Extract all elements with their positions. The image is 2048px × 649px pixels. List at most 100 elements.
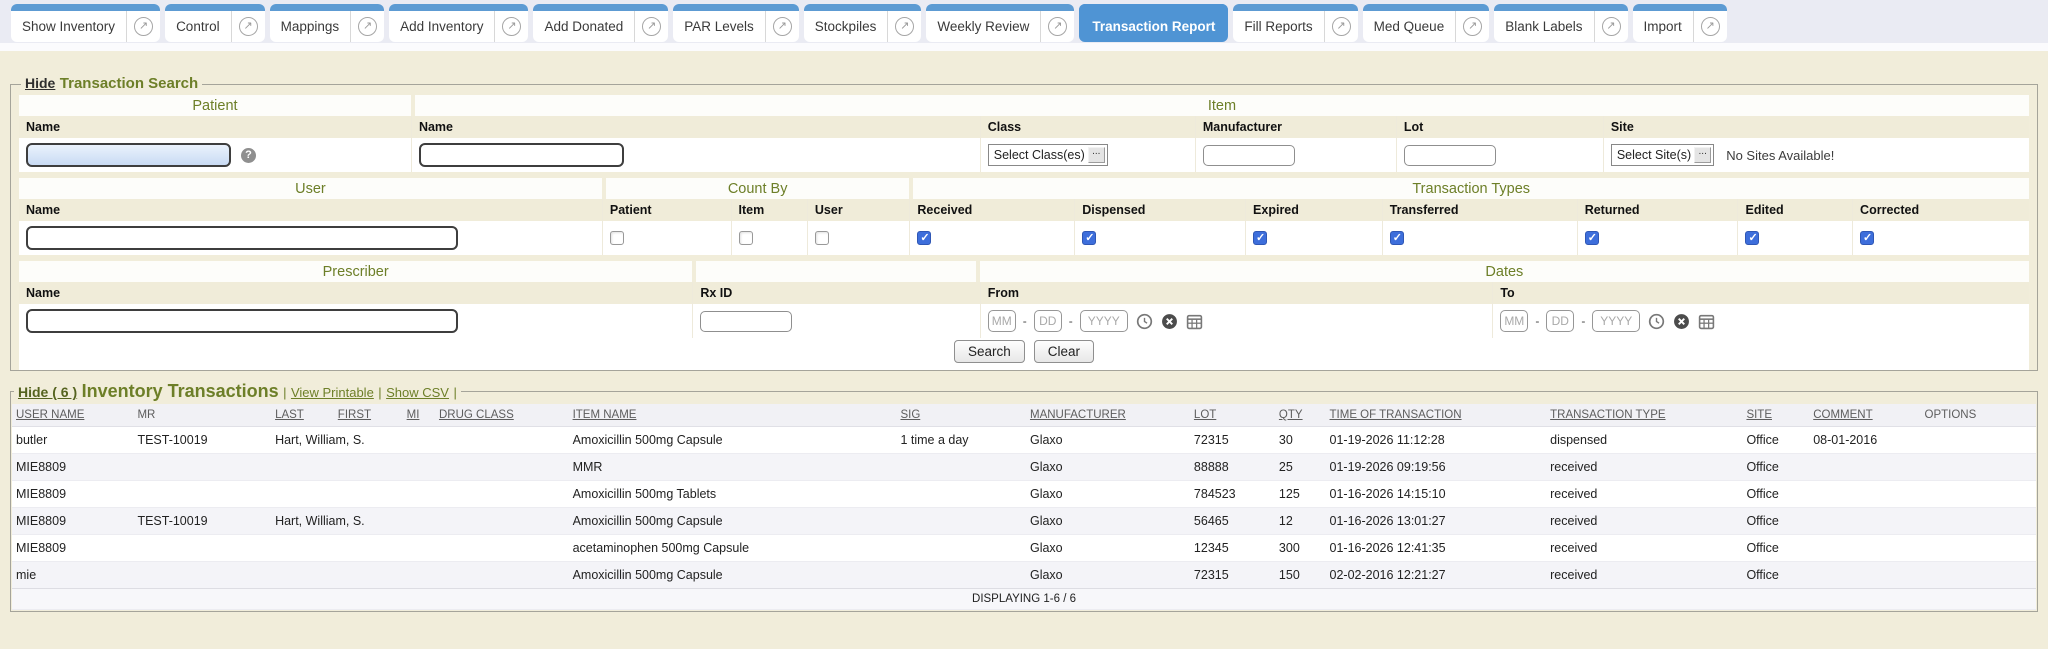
col-lot[interactable]: LOT bbox=[1190, 404, 1275, 427]
from-year-input[interactable] bbox=[1080, 310, 1128, 332]
view-printable-link[interactable]: View Printable bbox=[291, 385, 374, 400]
tab-accent bbox=[926, 4, 1074, 11]
tab-open-button[interactable]: ↗ bbox=[494, 11, 528, 42]
tab-open-button[interactable]: ↗ bbox=[1693, 11, 1727, 42]
td-comment bbox=[1809, 481, 1920, 508]
clock-icon[interactable] bbox=[1136, 313, 1153, 330]
count-by-item-checkbox[interactable] bbox=[739, 231, 753, 245]
col-site[interactable]: SITE bbox=[1742, 404, 1809, 427]
tab-weekly-review[interactable]: Weekly Review↗ bbox=[926, 4, 1074, 42]
search-section-headers-3: Prescriber Dates bbox=[19, 261, 2029, 282]
manufacturer-input[interactable] bbox=[1203, 145, 1295, 166]
tab-blank-labels[interactable]: Blank Labels↗ bbox=[1494, 4, 1627, 42]
td-user: MIE8809 bbox=[12, 481, 133, 508]
search-button[interactable]: Search bbox=[954, 340, 1025, 363]
item-section-header: Item bbox=[415, 95, 2029, 116]
td-type: received bbox=[1546, 562, 1742, 589]
col-sig[interactable]: SIG bbox=[896, 404, 1026, 427]
from-month-input[interactable] bbox=[988, 310, 1016, 332]
tab-label: Add Donated bbox=[533, 19, 634, 34]
tab-stockpiles[interactable]: Stockpiles↗ bbox=[804, 4, 922, 42]
help-icon[interactable]: ? bbox=[241, 148, 256, 163]
col-time[interactable]: TIME OF TRANSACTION bbox=[1326, 404, 1547, 427]
tab-open-button[interactable]: ↗ bbox=[765, 11, 799, 42]
lot-input[interactable] bbox=[1404, 145, 1496, 166]
type-dispensed-checkbox[interactable] bbox=[1082, 231, 1096, 245]
patient-name-input[interactable] bbox=[26, 143, 231, 167]
from-day-input[interactable] bbox=[1034, 310, 1062, 332]
show-csv-link[interactable]: Show CSV bbox=[386, 385, 449, 400]
td-site: Office bbox=[1742, 535, 1809, 562]
clear-date-icon[interactable] bbox=[1673, 313, 1690, 330]
col-first[interactable]: FIRST bbox=[334, 404, 403, 427]
col-mi[interactable]: MI bbox=[403, 404, 435, 427]
to-year-input[interactable] bbox=[1592, 310, 1640, 332]
tab-open-button[interactable]: ↗ bbox=[1324, 11, 1358, 42]
transaction-row: MIE8809 TEST-10019 Hart, William, S. Amo… bbox=[12, 508, 2036, 535]
tab-open-button[interactable]: ↗ bbox=[1040, 11, 1074, 42]
tab-med-queue[interactable]: Med Queue↗ bbox=[1363, 4, 1490, 42]
ellipsis-icon[interactable]: ... bbox=[1088, 147, 1105, 163]
tab-open-button[interactable]: ↗ bbox=[231, 11, 265, 42]
to-day-input[interactable] bbox=[1546, 310, 1574, 332]
item-manufacturer-label: Manufacturer bbox=[1195, 116, 1396, 138]
tab-open-button[interactable]: ↗ bbox=[887, 11, 921, 42]
td-item: Amoxicillin 500mg Tablets bbox=[569, 481, 897, 508]
tab-transaction-report[interactable]: Transaction Report bbox=[1079, 4, 1228, 42]
col-drug-class[interactable]: DRUG CLASS bbox=[435, 404, 569, 427]
col-manufacturer[interactable]: MANUFACTURER bbox=[1026, 404, 1190, 427]
calendar-icon[interactable] bbox=[1698, 313, 1715, 330]
tab-fill-reports[interactable]: Fill Reports↗ bbox=[1233, 4, 1357, 42]
type-dispensed-label: Dispensed bbox=[1074, 199, 1245, 221]
tab-show-inventory[interactable]: Show Inventory↗ bbox=[11, 4, 160, 42]
td-user: MIE8809 bbox=[12, 508, 133, 535]
td-lot: 12345 bbox=[1190, 535, 1275, 562]
count-by-user-checkbox[interactable] bbox=[815, 231, 829, 245]
tab-par-levels[interactable]: PAR Levels↗ bbox=[673, 4, 799, 42]
tab-mappings[interactable]: Mappings↗ bbox=[270, 4, 385, 42]
tab-open-button[interactable]: ↗ bbox=[634, 11, 668, 42]
hide-results-link[interactable]: Hide ( 6 ) bbox=[18, 384, 77, 400]
tab-open-button[interactable]: ↗ bbox=[1455, 11, 1489, 42]
type-received-checkbox[interactable] bbox=[917, 231, 931, 245]
type-corrected-checkbox[interactable] bbox=[1860, 231, 1874, 245]
tab-open-button[interactable]: ↗ bbox=[126, 11, 160, 42]
td-lot: 56465 bbox=[1190, 508, 1275, 535]
ellipsis-icon[interactable]: ... bbox=[1694, 147, 1711, 163]
count-by-patient-checkbox[interactable] bbox=[610, 231, 624, 245]
tab-bar: Show Inventory↗ Control↗ Mappings↗ Add I… bbox=[0, 0, 2048, 43]
transaction-types-section-header: Transaction Types bbox=[913, 178, 2029, 199]
select-sites-button[interactable]: Select Site(s) ... bbox=[1611, 144, 1714, 166]
type-transferred-checkbox[interactable] bbox=[1390, 231, 1404, 245]
clock-icon[interactable] bbox=[1648, 313, 1665, 330]
type-expired-checkbox[interactable] bbox=[1253, 231, 1267, 245]
page: Show Inventory↗ Control↗ Mappings↗ Add I… bbox=[0, 0, 2048, 649]
item-name-input[interactable] bbox=[419, 143, 624, 167]
user-name-input[interactable] bbox=[26, 226, 458, 250]
col-comment[interactable]: COMMENT bbox=[1809, 404, 1920, 427]
tab-open-button[interactable]: ↗ bbox=[350, 11, 384, 42]
tab-control[interactable]: Control↗ bbox=[165, 4, 265, 42]
type-returned-checkbox[interactable] bbox=[1585, 231, 1599, 245]
clear-date-icon[interactable] bbox=[1161, 313, 1178, 330]
col-user-name[interactable]: USER NAME bbox=[12, 404, 133, 427]
rx-id-input[interactable] bbox=[700, 311, 792, 332]
external-link-icon: ↗ bbox=[1701, 17, 1720, 36]
col-type[interactable]: TRANSACTION TYPE bbox=[1546, 404, 1742, 427]
col-item-name[interactable]: ITEM NAME bbox=[569, 404, 897, 427]
tab-add-inventory[interactable]: Add Inventory↗ bbox=[389, 4, 528, 42]
type-returned-label: Returned bbox=[1577, 199, 1738, 221]
select-classes-button[interactable]: Select Class(es) ... bbox=[988, 144, 1108, 166]
to-month-input[interactable] bbox=[1500, 310, 1528, 332]
type-edited-checkbox[interactable] bbox=[1745, 231, 1759, 245]
tab-open-button[interactable]: ↗ bbox=[1594, 11, 1628, 42]
external-link-icon: ↗ bbox=[895, 17, 914, 36]
prescriber-name-input[interactable] bbox=[26, 309, 458, 333]
col-last[interactable]: LAST bbox=[271, 404, 334, 427]
hide-search-link[interactable]: Hide bbox=[25, 75, 55, 91]
calendar-icon[interactable] bbox=[1186, 313, 1203, 330]
col-qty[interactable]: QTY bbox=[1275, 404, 1326, 427]
tab-import[interactable]: Import↗ bbox=[1633, 4, 1727, 42]
tab-add-donated[interactable]: Add Donated↗ bbox=[533, 4, 668, 42]
clear-button[interactable]: Clear bbox=[1034, 340, 1094, 363]
